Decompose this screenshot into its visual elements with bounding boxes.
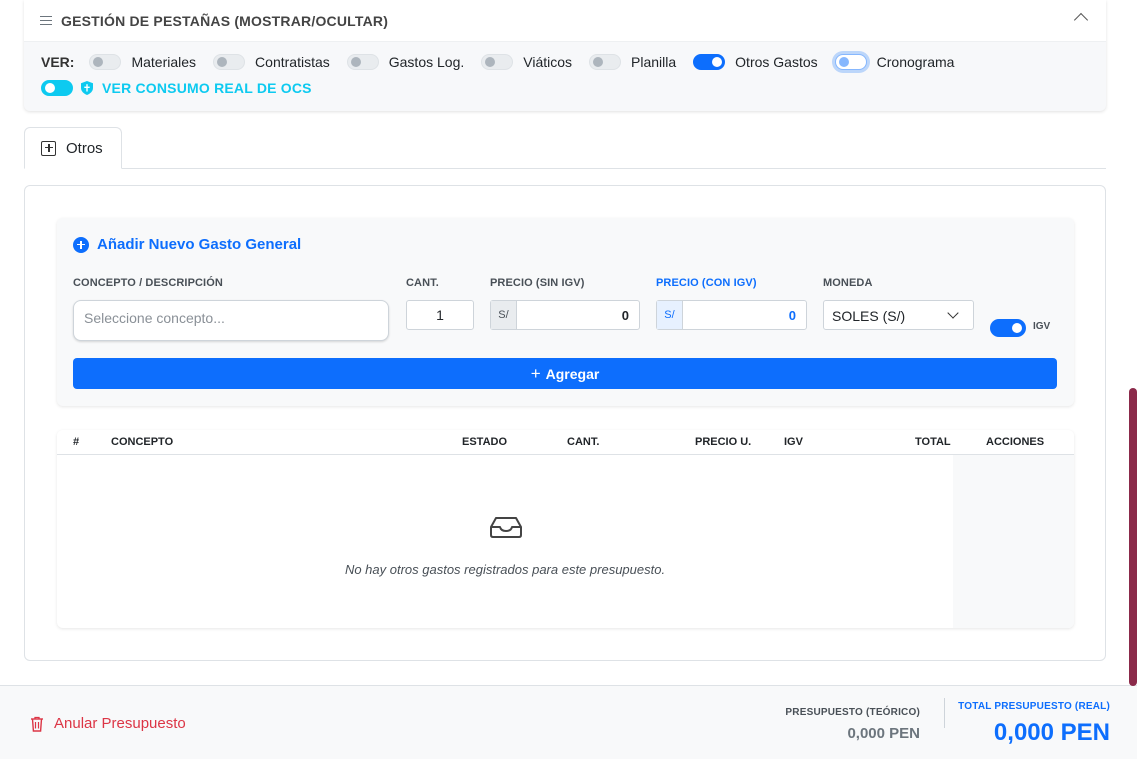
tabs-manager-title: GESTIÓN DE PESTAÑAS (MOSTRAR/OCULTAR) <box>61 12 389 29</box>
col-estado: ESTADO <box>462 436 508 448</box>
toggle-label: Otros Gastos <box>735 54 818 70</box>
precio-con-igv-value[interactable]: 0 <box>683 301 806 329</box>
agregar-button[interactable]: + Agregar <box>73 358 1057 389</box>
currency-prefix: S/ <box>657 301 683 329</box>
form-title-text: Añadir Nuevo Gasto General <box>97 236 302 253</box>
currency-prefix: S/ <box>491 301 517 329</box>
anular-presupuesto-button[interactable]: Anular Presupuesto <box>30 715 186 732</box>
precio-sin-igv-input[interactable]: S/ 0 <box>490 300 640 330</box>
acciones-column-bg <box>953 455 1074 628</box>
toggle-switch[interactable] <box>481 54 514 70</box>
precio-sin-igv-value[interactable]: 0 <box>517 301 639 329</box>
moneda-label: MONEDA <box>823 277 873 289</box>
tab-otros[interactable]: Otros <box>24 127 122 169</box>
tab-bar: Otros <box>24 127 1106 169</box>
col-acciones: ACCIONES <box>986 436 1045 448</box>
form-title: Añadir Nuevo Gasto General <box>73 236 301 253</box>
total-presupuesto-real-label: TOTAL PRESUPUESTO (REAL) <box>958 701 1110 712</box>
page: GESTIÓN DE PESTAÑAS (MOSTRAR/OCULTAR) VE… <box>0 0 1137 759</box>
toggle-label: Contratistas <box>255 54 330 70</box>
precio-sin-igv-label: PRECIO (SIN IGV) <box>490 277 585 289</box>
col-igv: IGV <box>784 436 803 448</box>
col-precio-u: PRECIO U. <box>695 436 752 448</box>
toggle-label: Planilla <box>631 54 677 70</box>
total-presupuesto-real-value: 0,000 PEN <box>993 719 1110 746</box>
presupuesto-teorico-label: PRESUPUESTO (TEÓRICO) <box>785 707 920 718</box>
toggle-switch[interactable] <box>346 54 379 70</box>
concept-label: CONCEPTO / DESCRIPCIÓN <box>73 277 223 289</box>
toggle-switch[interactable] <box>89 54 122 70</box>
list-icon <box>40 15 52 26</box>
footer-divider <box>944 698 945 728</box>
empty-state-message: No hay otros gastos registrados para est… <box>344 562 666 577</box>
anular-label: Anular Presupuesto <box>54 715 186 732</box>
tab-label: Otros <box>66 139 103 157</box>
tab-content-panel: Añadir Nuevo Gasto General CONCEPTO / DE… <box>24 185 1106 661</box>
ocs-toggle-switch[interactable] <box>41 80 73 96</box>
toggle-cronograma[interactable]: Cronograma <box>834 54 955 70</box>
igv-toggle[interactable] <box>990 319 1026 337</box>
tab-visibility-toggles: VER: Materiales Contratistas Gastos Log.… <box>24 42 1106 82</box>
ver-label: VER: <box>41 54 75 70</box>
toggle-planilla[interactable]: Planilla <box>589 54 676 70</box>
precio-con-igv-label: PRECIO (CON IGV) <box>656 277 757 289</box>
toggle-viaticos[interactable]: Viáticos <box>481 54 572 70</box>
expenses-table: # CONCEPTO ESTADO CANT. PRECIO U. IGV TO… <box>57 430 1074 628</box>
footer-bar: Anular Presupuesto PRESUPUESTO (TEÓRICO)… <box>0 685 1137 759</box>
toggle-label: Materiales <box>131 54 197 70</box>
toggle-contratistas[interactable]: Contratistas <box>213 54 330 70</box>
shield-icon <box>81 81 93 95</box>
moneda-value: SOLES (S/) <box>832 308 906 324</box>
toggle-switch[interactable] <box>834 54 867 70</box>
table-header: # CONCEPTO ESTADO CANT. PRECIO U. IGV TO… <box>57 430 1074 455</box>
presupuesto-teorico-value: 0,000 PEN <box>847 725 920 742</box>
add-expense-form: Añadir Nuevo Gasto General CONCEPTO / DE… <box>57 218 1074 406</box>
cant-label: CANT. <box>406 277 439 289</box>
col-number: # <box>73 436 80 448</box>
tabs-manager-header[interactable]: GESTIÓN DE PESTAÑAS (MOSTRAR/OCULTAR) <box>24 0 1106 42</box>
moneda-select[interactable]: SOLES (S/) <box>823 300 974 330</box>
ocs-label[interactable]: VER CONSUMO REAL DE OCS <box>102 80 312 96</box>
chevron-up-icon[interactable] <box>1073 12 1089 28</box>
igv-label: IGV <box>1033 321 1051 332</box>
concept-select[interactable]: Seleccione concepto... <box>73 300 389 341</box>
toggle-switch[interactable] <box>693 54 726 70</box>
plus-icon: + <box>530 364 541 383</box>
toggle-switch[interactable] <box>589 54 622 70</box>
chevron-down-icon <box>947 307 959 319</box>
ocs-toggle-row: VER CONSUMO REAL DE OCS <box>24 80 329 96</box>
scrollbar[interactable] <box>1129 0 1137 759</box>
trash-icon <box>31 716 43 732</box>
toggle-gastos-log[interactable]: Gastos Log. <box>346 54 465 70</box>
scrollbar-thumb[interactable] <box>1129 388 1137 686</box>
toggle-switch[interactable] <box>213 54 246 70</box>
col-total: TOTAL <box>915 436 951 448</box>
plus-square-icon <box>41 140 56 156</box>
col-concepto: CONCEPTO <box>111 436 174 448</box>
toggle-otros-gastos[interactable]: Otros Gastos <box>693 54 818 70</box>
precio-con-igv-input[interactable]: S/ 0 <box>656 300 807 330</box>
inbox-icon <box>490 517 522 538</box>
toggle-label: Cronograma <box>876 54 955 70</box>
toggle-materiales[interactable]: Materiales <box>89 54 196 70</box>
agregar-label: Agregar <box>545 365 600 382</box>
col-cant: CANT. <box>567 436 600 448</box>
toggle-label: Gastos Log. <box>388 54 465 70</box>
toggle-label: Viáticos <box>523 54 573 70</box>
tabs-manager-card: GESTIÓN DE PESTAÑAS (MOSTRAR/OCULTAR) VE… <box>24 0 1106 111</box>
quantity-input[interactable]: 1 <box>406 300 474 330</box>
plus-circle-icon <box>73 236 89 253</box>
